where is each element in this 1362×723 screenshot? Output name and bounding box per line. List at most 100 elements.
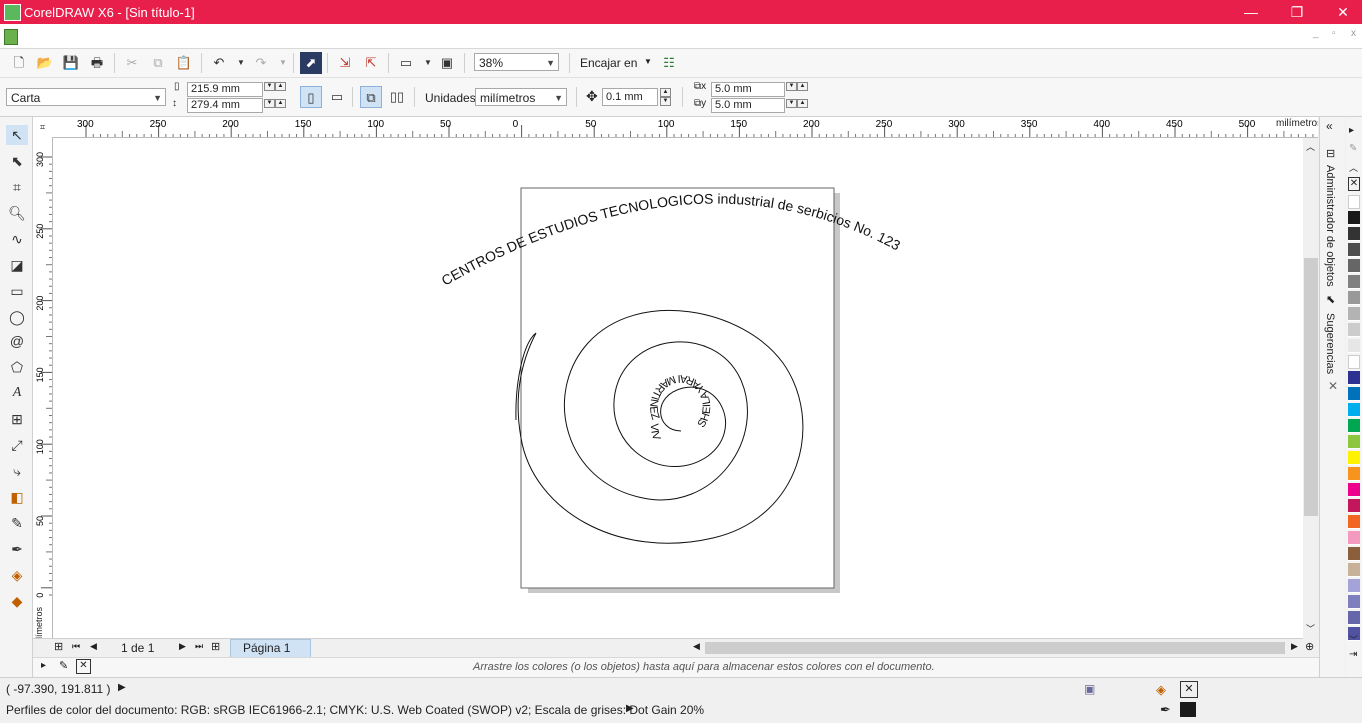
import-icon[interactable]: ⇲ (334, 52, 356, 74)
color-swatch[interactable] (1348, 275, 1360, 289)
close-button[interactable]: ✕ (1320, 0, 1362, 24)
dup-x-down-button[interactable]: ▼ (786, 82, 797, 91)
crop-tool-icon[interactable]: ⌗ (6, 177, 28, 197)
undo-icon[interactable]: ↶ (208, 52, 230, 74)
color-swatch[interactable] (1348, 595, 1360, 609)
color-swatch[interactable] (1348, 451, 1360, 465)
scroll-down-icon[interactable]: ﹀ (1306, 622, 1315, 635)
ellipse-tool-icon[interactable]: ◯ (6, 307, 28, 327)
undo-dropdown-icon[interactable]: ▼ (230, 52, 252, 74)
color-swatch[interactable] (1348, 339, 1360, 353)
color-proof-icon[interactable]: ▣ (1084, 682, 1095, 696)
color-profiles-expand-icon[interactable]: ▶ (626, 703, 634, 714)
width-up-button[interactable]: ▲ (275, 82, 286, 91)
interactive-fill-tool-icon[interactable]: ◆ (6, 591, 28, 611)
new-document-icon[interactable]: 🗋 (8, 52, 30, 74)
color-swatch[interactable] (1348, 467, 1360, 481)
color-swatch[interactable] (1348, 307, 1360, 321)
paste-icon[interactable]: 📋 (173, 52, 195, 74)
color-swatch[interactable] (1348, 243, 1360, 257)
spiral-tool-icon[interactable]: @ (6, 331, 28, 351)
color-swatch[interactable] (1348, 355, 1360, 369)
dimension-tool-icon[interactable]: ⤢ (6, 435, 28, 455)
horizontal-ruler[interactable]: 300 250 200 150 100 50 0 50 100 150 200 250 300 350 40… (52, 117, 1318, 138)
zoom-level-select[interactable]: 38% ▼ (474, 53, 559, 71)
page-height-input[interactable]: 279.4 mm (187, 98, 263, 113)
portrait-icon[interactable]: ▯ (300, 86, 322, 108)
tab-page-1[interactable]: Página 1 (230, 639, 312, 658)
color-swatch[interactable] (1348, 259, 1360, 273)
doc-restore-button[interactable]: ▫ (1332, 28, 1336, 39)
blend-tool-icon[interactable]: ◧ (6, 487, 28, 507)
height-up-button[interactable]: ▲ (275, 99, 286, 108)
fill-none-swatch[interactable]: ✕ (1180, 681, 1198, 698)
add-page-after-icon[interactable]: ⊞ (211, 640, 220, 653)
close-docker-icon[interactable]: ✕ (1328, 379, 1338, 393)
dup-y-up-button[interactable]: ▲ (797, 99, 808, 108)
redo-dropdown-icon[interactable]: ▼ (272, 52, 294, 74)
scroll-right-icon[interactable]: ▶ (1291, 641, 1298, 652)
all-pages-icon[interactable]: ⧉ (360, 86, 382, 108)
options-icon[interactable]: ☷ (658, 52, 680, 74)
color-swatch[interactable] (1348, 435, 1360, 449)
fill-tool-icon[interactable]: ◈ (6, 565, 28, 585)
width-down-button[interactable]: ▼ (264, 82, 275, 91)
snap-to-button[interactable]: Encajar en (580, 56, 637, 70)
next-page-icon[interactable]: ▶ (179, 641, 186, 652)
vertical-scroll-thumb[interactable] (1304, 258, 1318, 516)
doc-palette-menu-icon[interactable]: ▸ (41, 660, 46, 671)
vertical-ruler[interactable]: 300 250 200 150 100 50 0 milímetros (33, 137, 53, 640)
color-swatch[interactable] (1348, 387, 1360, 401)
palette-scroll-icon[interactable]: ▸ (1349, 125, 1354, 136)
eyedropper-tool-icon[interactable]: ✎ (6, 513, 28, 533)
doc-close-button[interactable]: x (1351, 28, 1356, 39)
zoom-navigator-icon[interactable]: ⊕ (1305, 640, 1314, 653)
collapse-docker-icon[interactable]: « (1326, 119, 1333, 133)
document-icon[interactable] (4, 29, 18, 45)
drawing-canvas[interactable]: CENTROS DE ESTUDIOS TECNOLOGICOS industr… (53, 138, 1303, 638)
landscape-icon[interactable]: ▭ (326, 86, 348, 108)
outline-color-swatch[interactable] (1180, 702, 1196, 717)
page-size-select[interactable]: Carta ▼ (6, 88, 166, 106)
redo-icon[interactable]: ↷ (250, 52, 272, 74)
cut-icon[interactable]: ✂ (121, 52, 143, 74)
color-swatch[interactable] (1348, 499, 1360, 513)
export-icon[interactable]: ⇱ (360, 52, 382, 74)
application-launcher-icon[interactable]: ▭ (395, 52, 417, 74)
current-page-icon[interactable]: ▯▯ (386, 86, 408, 108)
color-swatch[interactable] (1348, 323, 1360, 337)
print-icon[interactable]: 🖶 (86, 52, 108, 74)
add-page-before-icon[interactable]: ⊞ (54, 640, 63, 653)
snap-dropdown-icon[interactable]: ▼ (644, 57, 652, 66)
outline-pen-tool-icon[interactable]: ✒ (6, 539, 28, 559)
color-swatch[interactable] (1348, 547, 1360, 561)
nudge-up-button[interactable]: ▲ (660, 88, 671, 97)
height-down-button[interactable]: ▼ (264, 99, 275, 108)
color-swatch[interactable] (1348, 291, 1360, 305)
duplicate-distance-y-input[interactable]: 5.0 mm (711, 98, 785, 113)
horizontal-scroll-thumb[interactable] (705, 642, 1285, 654)
doc-no-color-swatch[interactable]: ✕ (76, 659, 91, 674)
color-swatch[interactable] (1348, 483, 1360, 497)
smart-fill-tool-icon[interactable]: ◪ (6, 255, 28, 275)
hints-tab[interactable]: Sugerencias (1324, 313, 1336, 374)
dup-x-up-button[interactable]: ▲ (797, 82, 808, 91)
no-color-swatch[interactable]: ✕ (1348, 177, 1360, 191)
page-border[interactable] (520, 187, 835, 589)
palette-down-icon[interactable]: ﹀ (1349, 633, 1358, 646)
color-swatch[interactable] (1348, 371, 1360, 385)
objects-manager-tab[interactable]: Administrador de objetos (1324, 165, 1336, 287)
basic-shapes-tool-icon[interactable]: ⬠ (6, 357, 28, 377)
color-swatch[interactable] (1348, 211, 1360, 225)
page-width-input[interactable]: 215.9 mm (187, 82, 263, 97)
dup-y-down-button[interactable]: ▼ (786, 99, 797, 108)
palette-up-icon[interactable]: ︿ (1349, 161, 1358, 174)
restore-button[interactable]: ❐ (1274, 0, 1320, 24)
welcome-screen-icon[interactable]: ▣ (436, 52, 458, 74)
color-swatch[interactable] (1348, 403, 1360, 417)
color-swatch[interactable] (1348, 195, 1360, 209)
freehand-tool-icon[interactable]: ∿ (6, 229, 28, 249)
color-swatch[interactable] (1348, 531, 1360, 545)
coords-expand-icon[interactable]: ▶ (118, 682, 126, 693)
color-swatch[interactable] (1348, 563, 1360, 577)
